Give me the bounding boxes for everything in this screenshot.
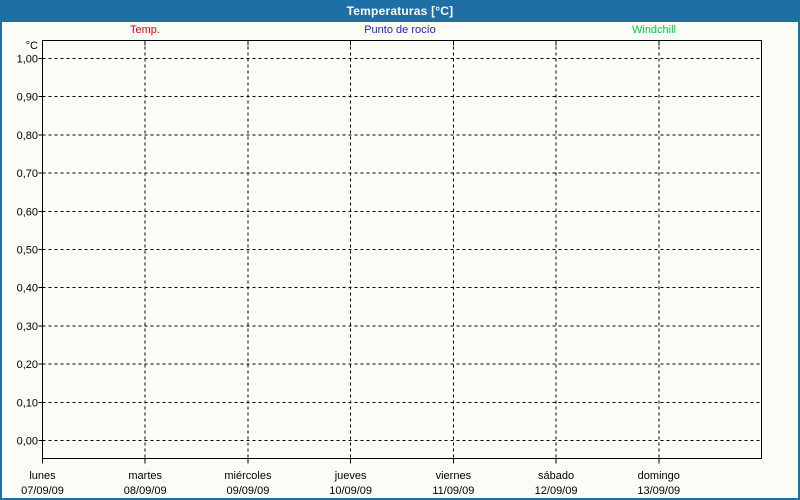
x-day-label: lunes [29, 470, 56, 482]
y-tick-label: 0,30 [17, 321, 38, 333]
y-tick-label: 0,40 [17, 283, 38, 295]
y-tick-label: 0,50 [17, 245, 38, 257]
y-tick-label: 0,80 [17, 130, 38, 142]
x-date-label: 07/09/09 [21, 485, 64, 497]
x-day-label: domingo [638, 470, 680, 482]
x-date-label: 12/09/09 [535, 485, 578, 497]
x-day-label: viernes [436, 470, 472, 482]
y-tick-label: 0,60 [17, 206, 38, 218]
plot-frame [42, 40, 762, 459]
y-tick-label: 0,10 [17, 397, 38, 409]
x-day-label: martes [128, 470, 162, 482]
x-date-label: 09/09/09 [227, 485, 270, 497]
x-day-label: miércoles [224, 470, 272, 482]
x-date-label: 13/09/09 [637, 485, 680, 497]
x-date-label: 10/09/09 [329, 485, 372, 497]
x-day-label: sábado [538, 470, 574, 482]
y-tick-label: 0,00 [17, 436, 38, 448]
y-axis-unit-label: °C [26, 40, 38, 52]
y-tick-label: 1,00 [17, 54, 38, 66]
x-date-label: 08/09/09 [124, 485, 167, 497]
y-tick-label: 0,20 [17, 359, 38, 371]
y-tick-label: 0,90 [17, 92, 38, 104]
y-tick-label: 0,70 [17, 168, 38, 180]
x-day-label: jueves [334, 470, 367, 482]
plot-area: °C 1,00 0,90 0,80 0,70 0,60 0,50 0,40 0,30 0,20 0,… [17, 40, 762, 497]
chart-window: Temperaturas [°C] Temp. Punto de rocío W… [0, 0, 800, 500]
x-date-label: 11/09/09 [432, 485, 474, 497]
